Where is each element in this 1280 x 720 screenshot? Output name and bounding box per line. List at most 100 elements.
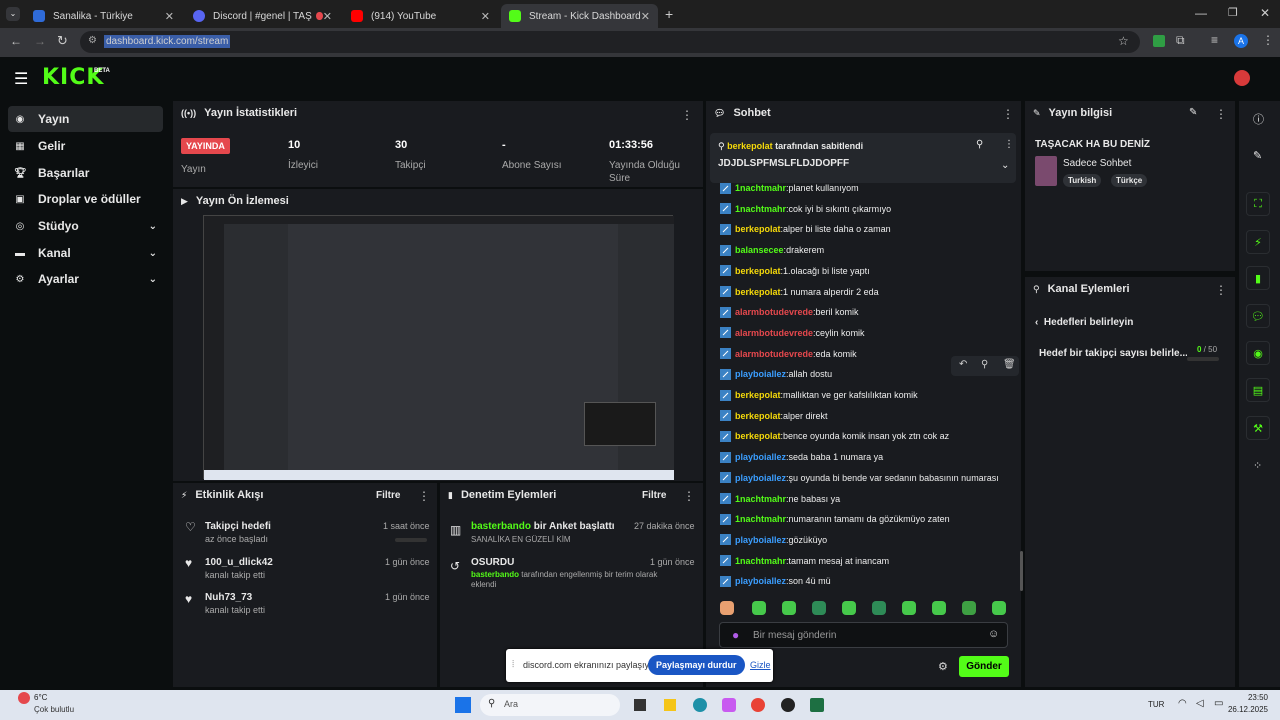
edge-icon[interactable] [693,698,707,712]
chat-username[interactable]: berkepolat [735,266,781,276]
app-icon[interactable] [781,698,795,712]
stop-sharing-button[interactable]: Paylaşmayı durdur [648,655,745,675]
edit-icon[interactable]: ✎ [1253,149,1262,162]
chat-message[interactable]: berkepolat: mallıktan ve ger kafslılıkta… [720,386,918,404]
maximize-icon[interactable]: ❐ [1228,6,1238,19]
kebab-menu-icon[interactable]: ⋮ [418,489,430,503]
tab-discord[interactable]: Discord | #genel | TAŞACAK ✕ [185,4,340,28]
close-icon[interactable]: ✕ [641,10,650,23]
close-icon[interactable]: ✕ [323,10,332,23]
hide-link[interactable]: Gizle [750,660,771,670]
volume-icon[interactable]: ◁ [1196,698,1204,709]
kebab-menu-icon[interactable]: ⋮ [683,489,695,503]
kebab-menu-icon[interactable]: ⋮ [681,108,693,122]
chat-username[interactable]: berkepolat [735,431,781,441]
chat-message[interactable]: berkepolat: bence oyunda komik insan yok… [720,427,949,445]
reply-icon[interactable]: ↶ [959,359,967,370]
chat-username[interactable]: berkepolat [735,224,781,234]
filter-button[interactable]: Filtre [642,490,666,501]
edit-icon[interactable]: ✎ [1189,107,1197,118]
microphone-icon[interactable]: ● [732,628,739,642]
chat-message[interactable]: berkepolat: 1.olacağı bi liste yaptı [720,262,870,280]
chat-message[interactable]: balansecee: drakerem [720,241,824,259]
preview-video[interactable] [203,215,674,480]
chat-username[interactable]: balansecee [735,245,784,255]
kebab-menu-icon[interactable]: ⋮ [1004,139,1014,150]
sidebar-item-gelir[interactable]: ▦ Gelir [8,133,163,159]
goal-option[interactable]: Hedef bir takipçi sayısı belirle... [1039,348,1187,359]
excel-icon[interactable] [810,698,824,712]
chat-username[interactable]: playboiallez [735,576,786,586]
chat-scrollbar[interactable] [1020,551,1023,591]
tab-kick[interactable]: Stream - Kick Dashboard ✕ [501,4,658,28]
chat-message[interactable]: playboiallez: son 4ü mü [720,572,831,590]
emote-icon[interactable] [842,601,856,615]
chat-username[interactable]: 1nachtmahr [735,514,786,524]
sidebar-item-droplar[interactable]: ▣ Droplar ve ödüller [8,186,163,212]
media-icon[interactable]: ≡ [1211,33,1218,47]
bookmark-star-icon[interactable]: ☆ [1118,34,1129,48]
chat-message[interactable]: 1nachtmahr: ne babası ya [720,490,840,508]
pinned-message[interactable]: ⚲ berkepolat tarafından sabitlendi ⚲ ⋮ J… [710,133,1016,183]
undo-icon[interactable]: ↺ [450,559,460,573]
chat-message[interactable]: alarmbotudevrede: ceylin komik [720,324,865,342]
sidebar-item-basarilar[interactable]: 🏆︎ Başarılar [8,160,163,186]
chat-message[interactable]: 1nachtmahr: tamam mesaj at inancam [720,552,889,570]
chat-username[interactable]: alarmbotudevrede [735,307,813,317]
menu-icon[interactable]: ⋮ [1262,33,1274,47]
sidebar-item-ayarlar[interactable]: ⚙ Ayarlar ⌄ [8,266,163,292]
chat-settings-icon[interactable]: ⚙ [938,660,948,673]
chat-message[interactable]: playboiallez: şu oyunda bi bende var sed… [720,469,999,487]
emote-icon[interactable] [962,601,976,615]
windows-start-icon[interactable] [455,697,471,713]
chat-username[interactable]: berkepolat [735,411,781,421]
new-tab-icon[interactable]: + [665,6,673,22]
file-explorer-icon[interactable] [664,699,676,711]
profile-avatar[interactable]: A [1234,34,1248,48]
emote-icon[interactable] [720,601,734,615]
tag[interactable]: Turkish [1063,174,1102,187]
doc-icon[interactable]: ▮ [1246,266,1270,290]
kebab-menu-icon[interactable]: ⋮ [1002,107,1014,121]
delete-icon[interactable]: 🗑︎ [1003,359,1016,370]
emoji-icon[interactable]: ☺ [988,628,999,640]
puzzle-icon[interactable]: ⧉ [1176,33,1185,48]
emote-icon[interactable] [872,601,886,615]
user-avatar[interactable] [1234,70,1250,86]
emote-icon[interactable] [812,601,826,615]
chat-username[interactable]: 1nachtmahr [735,183,786,193]
sidebar-item-yayin[interactable]: ◉ Yayın [8,106,163,132]
clip-icon[interactable]: ⛶ [1246,192,1270,216]
chat-message[interactable]: playboiallez: seda baba 1 numara ya [720,448,883,466]
kebab-menu-icon[interactable]: ⋮ [1215,283,1227,297]
chat-username[interactable]: 1nachtmahr [735,556,786,566]
chat-username[interactable]: playboiallez [735,535,786,545]
language-indicator[interactable]: TUR [1148,700,1164,709]
taskbar-search[interactable]: ⚲ Ara [480,694,620,716]
broadcast-icon[interactable]: ◉ [1246,341,1270,365]
tab-sanalika[interactable]: Sanalika - Türkiye ✕ [25,4,182,28]
emote-icon[interactable] [902,601,916,615]
chat-username[interactable]: 1nachtmahr [735,204,786,214]
address-bar[interactable]: ⚙ dashboard.kick.com/stream ☆ [80,31,1140,53]
extension-icon[interactable] [1153,35,1165,47]
chat-message[interactable]: alarmbotudevrede: beril komik [720,303,859,321]
chat-message[interactable]: 1nachtmahr: cok iyi bi sıkıntı çıkarmıyo [720,200,891,218]
emote-icon[interactable] [932,601,946,615]
chat-icon[interactable]: 💬︎ [1246,304,1270,328]
pin-icon[interactable]: ⚲ [976,139,983,150]
chrome-icon[interactable] [751,698,765,712]
chat-message[interactable]: berkepolat: alper direkt [720,407,828,425]
chat-username[interactable]: playboiallez [735,473,786,483]
forward-icon[interactable]: → [34,34,46,48]
close-icon[interactable]: ✕ [165,10,174,23]
chat-username[interactable]: alarmbotudevrede [735,328,813,338]
minimize-icon[interactable]: — [1195,6,1207,20]
chat-message[interactable]: berkepolat: alper bi liste daha o zaman [720,220,891,238]
chat-message[interactable]: 1nachtmahr: planet kullanıyom [720,179,859,197]
reload-icon[interactable]: ↻ [57,33,68,49]
chat-username[interactable]: 1nachtmahr [735,494,786,504]
layout-icon[interactable]: ▤ [1246,378,1270,402]
site-info-icon[interactable]: ⚙ [88,35,97,46]
close-window-icon[interactable]: ✕ [1260,6,1270,20]
